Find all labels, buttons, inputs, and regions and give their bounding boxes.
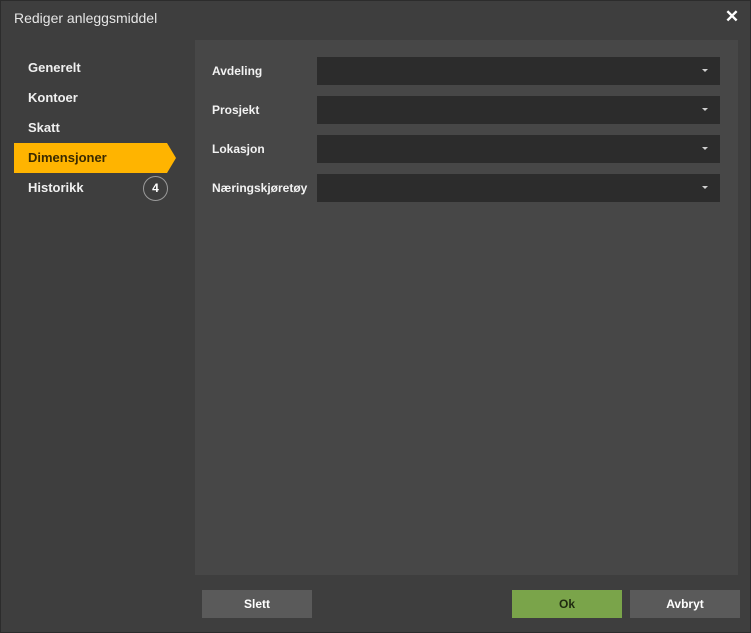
close-icon[interactable]: ✕: [724, 8, 740, 26]
field-row-prosjekt: Prosjekt: [195, 96, 738, 124]
dimensions-panel: Avdeling Prosjekt Lokasjon Næringskjøret…: [195, 40, 738, 575]
chevron-down-icon: [702, 69, 708, 72]
field-label: Prosjekt: [212, 103, 260, 117]
lokasjon-select[interactable]: [317, 135, 720, 163]
sidebar-item-historikk[interactable]: Historikk 4: [14, 173, 168, 203]
sidebar-item-skatt[interactable]: Skatt: [14, 113, 167, 143]
field-label: Lokasjon: [212, 142, 265, 156]
field-row-lokasjon: Lokasjon: [195, 135, 738, 163]
field-row-naeringskjoretoy: Næringskjøretøy: [195, 174, 738, 202]
sidebar-item-generelt[interactable]: Generelt: [14, 53, 167, 83]
dialog-titlebar: Rediger anleggsmiddel ✕: [1, 1, 750, 35]
prosjekt-select[interactable]: [317, 96, 720, 124]
chevron-down-icon: [702, 186, 708, 189]
field-label: Avdeling: [212, 64, 263, 78]
sidebar-item-label: Dimensjoner: [28, 150, 107, 165]
edit-asset-dialog: Rediger anleggsmiddel ✕ Generelt Kontoer…: [0, 0, 751, 633]
field-row-avdeling: Avdeling: [195, 57, 738, 85]
sidebar-item-label: Generelt: [28, 60, 81, 75]
dialog-title: Rediger anleggsmiddel: [14, 10, 158, 26]
ok-button[interactable]: Ok: [512, 590, 622, 618]
chevron-down-icon: [702, 108, 708, 111]
field-label: Næringskjøretøy: [212, 181, 308, 195]
sidebar-item-label: Skatt: [28, 120, 60, 135]
naeringskjoretoy-select[interactable]: [317, 174, 720, 202]
cancel-button[interactable]: Avbryt: [630, 590, 740, 618]
sidebar-item-label: Historikk: [28, 180, 84, 195]
sidebar-nav: Generelt Kontoer Skatt Dimensjoner Histo…: [14, 53, 180, 203]
sidebar-item-kontoer[interactable]: Kontoer: [14, 83, 167, 113]
chevron-down-icon: [702, 147, 708, 150]
avdeling-select[interactable]: [317, 57, 720, 85]
count-badge: 4: [143, 176, 168, 201]
delete-button[interactable]: Slett: [202, 590, 312, 618]
sidebar-item-label: Kontoer: [28, 90, 78, 105]
sidebar-item-dimensjoner[interactable]: Dimensjoner: [14, 143, 176, 173]
